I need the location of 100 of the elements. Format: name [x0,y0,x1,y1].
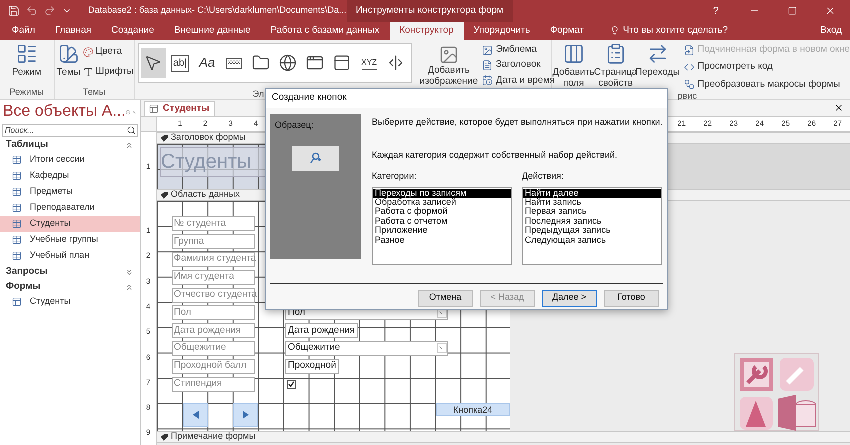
ribbon-tab[interactable]: Создание [102,22,164,40]
gallery-control[interactable]: XYZ [356,48,382,78]
list-item[interactable]: Переходы по записям [373,188,511,198]
search-field[interactable]: Поиск... [2,124,138,137]
list-item[interactable]: Обработка записей [373,198,511,208]
context-tab-header: Инструменты конструктора форм [346,0,513,22]
gallery-control[interactable]: Aa [194,48,220,78]
table-icon [12,203,22,213]
close-icon[interactable] [834,103,844,113]
nav-item[interactable]: Студенты [0,294,140,310]
redo-icon[interactable] [44,5,56,17]
section-label: Примечание формы [171,430,256,444]
image-button[interactable]: Добавить изображение [420,43,478,87]
table-icon [12,251,22,261]
close-icon[interactable] [824,5,836,17]
undo-icon[interactable] [26,5,38,17]
list-item[interactable]: Разное [373,236,511,245]
nav-item[interactable]: Студенты [0,216,140,232]
command-button[interactable]: Кнопка24 [436,403,510,416]
header-item-button[interactable]: Эмблема [482,43,556,58]
transitions-button[interactable]: Переходы [638,40,678,78]
lightbulb-icon [610,26,620,36]
font-icon [82,66,94,78]
collapse-icon[interactable] [125,283,134,292]
nav-item[interactable]: Итоги сессии [0,152,140,168]
text-box[interactable]: Проходной [285,358,340,374]
gallery-control[interactable]: ab| [168,48,193,78]
list-item[interactable]: Последняя запись [523,216,661,226]
list-item[interactable]: Найти запись [523,198,661,208]
field-label: Дата рождения [172,323,255,338]
field-label: Пол [172,305,255,320]
list-item[interactable]: Предыдущая запись [523,226,661,236]
sample-label: Образец: [274,119,314,132]
document-tab[interactable]: Студенты [144,101,215,116]
dropdown-icon [437,343,447,354]
header-item-button[interactable]: Заголовок [482,58,556,72]
ribbon-tab[interactable]: Конструктор [390,22,464,40]
tools-item-button[interactable]: Просмотреть код [684,60,850,74]
properties-button[interactable]: Страница свойств [596,40,636,89]
search-icon [127,126,136,135]
expand-icon[interactable] [125,268,134,277]
tools-item-button[interactable]: Преобразовать макросы формы [684,78,850,92]
nav-item[interactable]: Учебные группы [0,232,140,248]
ribbon-tab[interactable]: Главная [45,22,102,40]
sign-in-link[interactable]: Вход [820,22,850,40]
list-box[interactable]: Переходы по записям Обработка записей Работа с формой Работа с отчетом Приложение Разное [372,186,512,264]
save-icon[interactable] [8,5,20,17]
collapse-icon[interactable] [125,141,134,150]
mode-button[interactable]: Режим [6,40,47,86]
left-triangle-icon [192,410,198,419]
dialog-button[interactable]: Далее > [542,290,597,306]
ribbon-tab[interactable]: Упорядочить [464,22,540,40]
list-item[interactable]: Первая запись [523,207,661,217]
nav-item[interactable]: Предметы [0,184,140,200]
table-icon [12,235,22,245]
ribbon-tab[interactable]: Внешние данные [164,22,261,40]
text-box[interactable]: Дата рождения [285,323,358,338]
combo-box[interactable]: Общежитие [285,340,448,356]
field-label: Имя студента [172,270,255,285]
colors-button[interactable]: Цвета [82,45,134,60]
checkbox[interactable] [287,380,296,389]
group-header[interactable]: Таблицы [6,138,48,153]
section-marker-icon [161,434,168,440]
fields-button[interactable]: Добавить поля [554,40,594,89]
code-icon [684,62,695,73]
tell-me-field[interactable]: Что вы хотите сделать? [623,24,728,38]
section-label: Заголовок формы [171,131,246,144]
nav-item[interactable]: Преподаватели [0,200,140,216]
list-box[interactable]: Найти далее Найти запись Первая запись Последняя запись Предыдущая запись Следующая запись [522,186,662,264]
fonts-button[interactable]: Шрифты [82,65,134,80]
nav-button[interactable] [233,402,258,427]
group-header[interactable]: Формы [6,280,41,295]
help-button[interactable]: ? [698,4,735,18]
group-label: Эл [252,88,264,101]
ribbon-tab[interactable]: Работа с базами данных [260,22,390,40]
gallery-control[interactable] [140,48,166,78]
list-item[interactable]: Приложение [373,226,511,236]
ribbon-tab[interactable]: Формат [540,22,594,40]
form-icon [149,104,159,114]
subform-icon [684,44,695,56]
nav-item[interactable]: Кафедры [0,168,140,184]
group-label: Темы [82,86,107,98]
nav-item[interactable]: Учебный план [0,248,140,264]
table-icon [12,187,22,197]
list-item[interactable]: Работа с отчетом [373,216,511,226]
dialog-button[interactable]: Готово [604,290,659,306]
list-item[interactable]: Найти далее [523,188,661,198]
maximize-icon[interactable] [788,6,797,16]
break-icon [387,54,406,72]
list-item[interactable]: Работа с формой [373,207,511,217]
nav-button[interactable] [183,402,208,427]
form-icon [12,297,22,307]
list-item[interactable]: Следующая запись [523,236,661,245]
field-label: Проходной балл [172,358,255,374]
ribbon-tab[interactable]: Файл [2,22,46,40]
group-header[interactable]: Запросы [6,265,48,280]
dialog-button[interactable]: Отмена [418,290,473,306]
field-caption: Категории: [372,170,418,183]
themes-button[interactable]: Темы [54,40,83,86]
calendar-icon [482,75,494,86]
